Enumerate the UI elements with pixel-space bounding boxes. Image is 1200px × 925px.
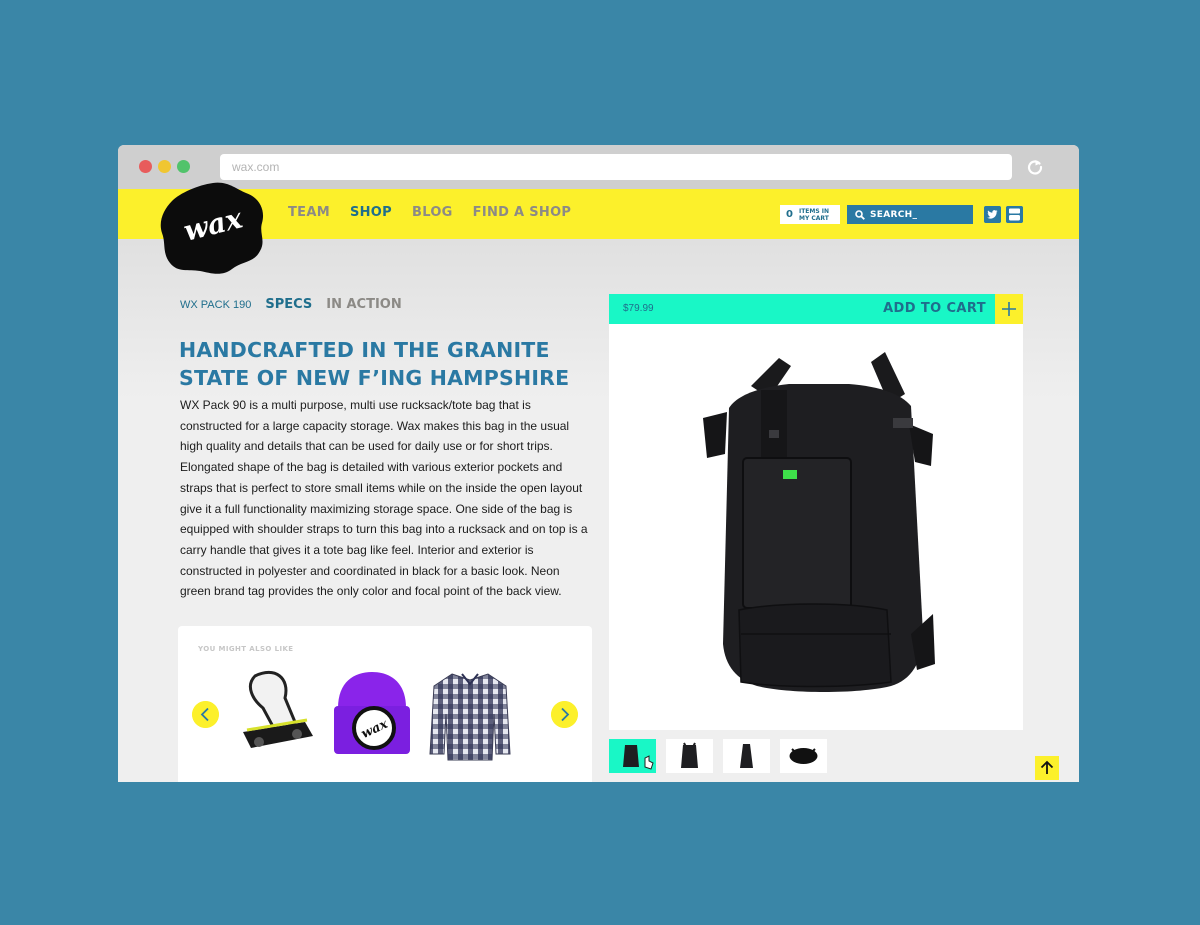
search-input[interactable]: SEARCH_ <box>847 205 973 224</box>
related-item-beanie[interactable]: wax <box>330 664 414 764</box>
related-products-panel: YOU MIGHT ALSO LIKE wax <box>178 626 592 782</box>
search-placeholder: SEARCH_ <box>870 209 918 220</box>
minimize-window-button[interactable] <box>158 160 171 173</box>
product-thumbnails <box>609 739 827 773</box>
related-item-binding[interactable] <box>235 664 319 764</box>
plus-icon[interactable] <box>995 294 1023 324</box>
cart-button[interactable]: 0 ITEMS IN MY CART <box>780 205 840 224</box>
search-icon <box>855 209 865 220</box>
product-image-backpack <box>703 352 935 692</box>
product-subnav: WX PACK 190 SPECS IN ACTION <box>180 297 402 312</box>
carousel-next-button[interactable] <box>551 701 578 728</box>
cart-label: ITEMS IN MY CART <box>798 207 830 222</box>
product-panel: $79.99 ADD TO CART <box>609 294 1023 730</box>
buy-bar: $79.99 ADD TO CART <box>609 294 1023 324</box>
thumbnail-side[interactable] <box>723 739 770 773</box>
product-description: WX Pack 90 is a multi purpose, multi use… <box>180 398 588 599</box>
twitter-icon[interactable] <box>984 206 1001 223</box>
cart-count: 0 <box>786 209 793 220</box>
nav-team[interactable]: TEAM <box>288 205 330 220</box>
close-window-button[interactable] <box>139 160 152 173</box>
product-breadcrumb[interactable]: WX PACK 190 <box>180 299 251 311</box>
related-title: YOU MIGHT ALSO LIKE <box>198 645 294 653</box>
wax-logo[interactable]: wax <box>158 179 268 277</box>
thumbnail-top[interactable] <box>780 739 827 773</box>
add-to-cart-button[interactable]: ADD TO CART <box>883 301 986 316</box>
nav-shop[interactable]: SHOP <box>350 205 392 220</box>
thumbnail-front[interactable] <box>609 739 656 773</box>
tab-specs[interactable]: SPECS <box>265 297 312 312</box>
related-item-plaid-shirt[interactable] <box>428 664 512 764</box>
thumbnail-back[interactable] <box>666 739 713 773</box>
tab-in-action[interactable]: IN ACTION <box>326 297 401 312</box>
product-headline: HANDCRAFTED IN THE GRANITE STATE OF NEW … <box>179 336 599 392</box>
reload-icon[interactable] <box>1025 157 1045 177</box>
headline-line-1: HANDCRAFTED IN THE GRANITE <box>179 338 550 362</box>
youtube-icon[interactable] <box>1006 206 1023 223</box>
nav-find-a-shop[interactable]: FIND A SHOP <box>473 205 572 220</box>
main-nav: TEAM SHOP BLOG FIND A SHOP <box>288 205 571 220</box>
browser-window: wax.com wax TEAM SHOP BLOG FIND A SHOP 0… <box>118 145 1079 782</box>
maximize-window-button[interactable] <box>177 160 190 173</box>
address-bar[interactable]: wax.com <box>220 154 1012 180</box>
nav-blog[interactable]: BLOG <box>412 205 453 220</box>
product-price: $79.99 <box>623 303 654 314</box>
carousel-prev-button[interactable] <box>192 701 219 728</box>
scroll-to-top-button[interactable] <box>1035 756 1059 780</box>
headline-line-2: STATE OF NEW F’ING HAMPSHIRE <box>179 366 570 390</box>
